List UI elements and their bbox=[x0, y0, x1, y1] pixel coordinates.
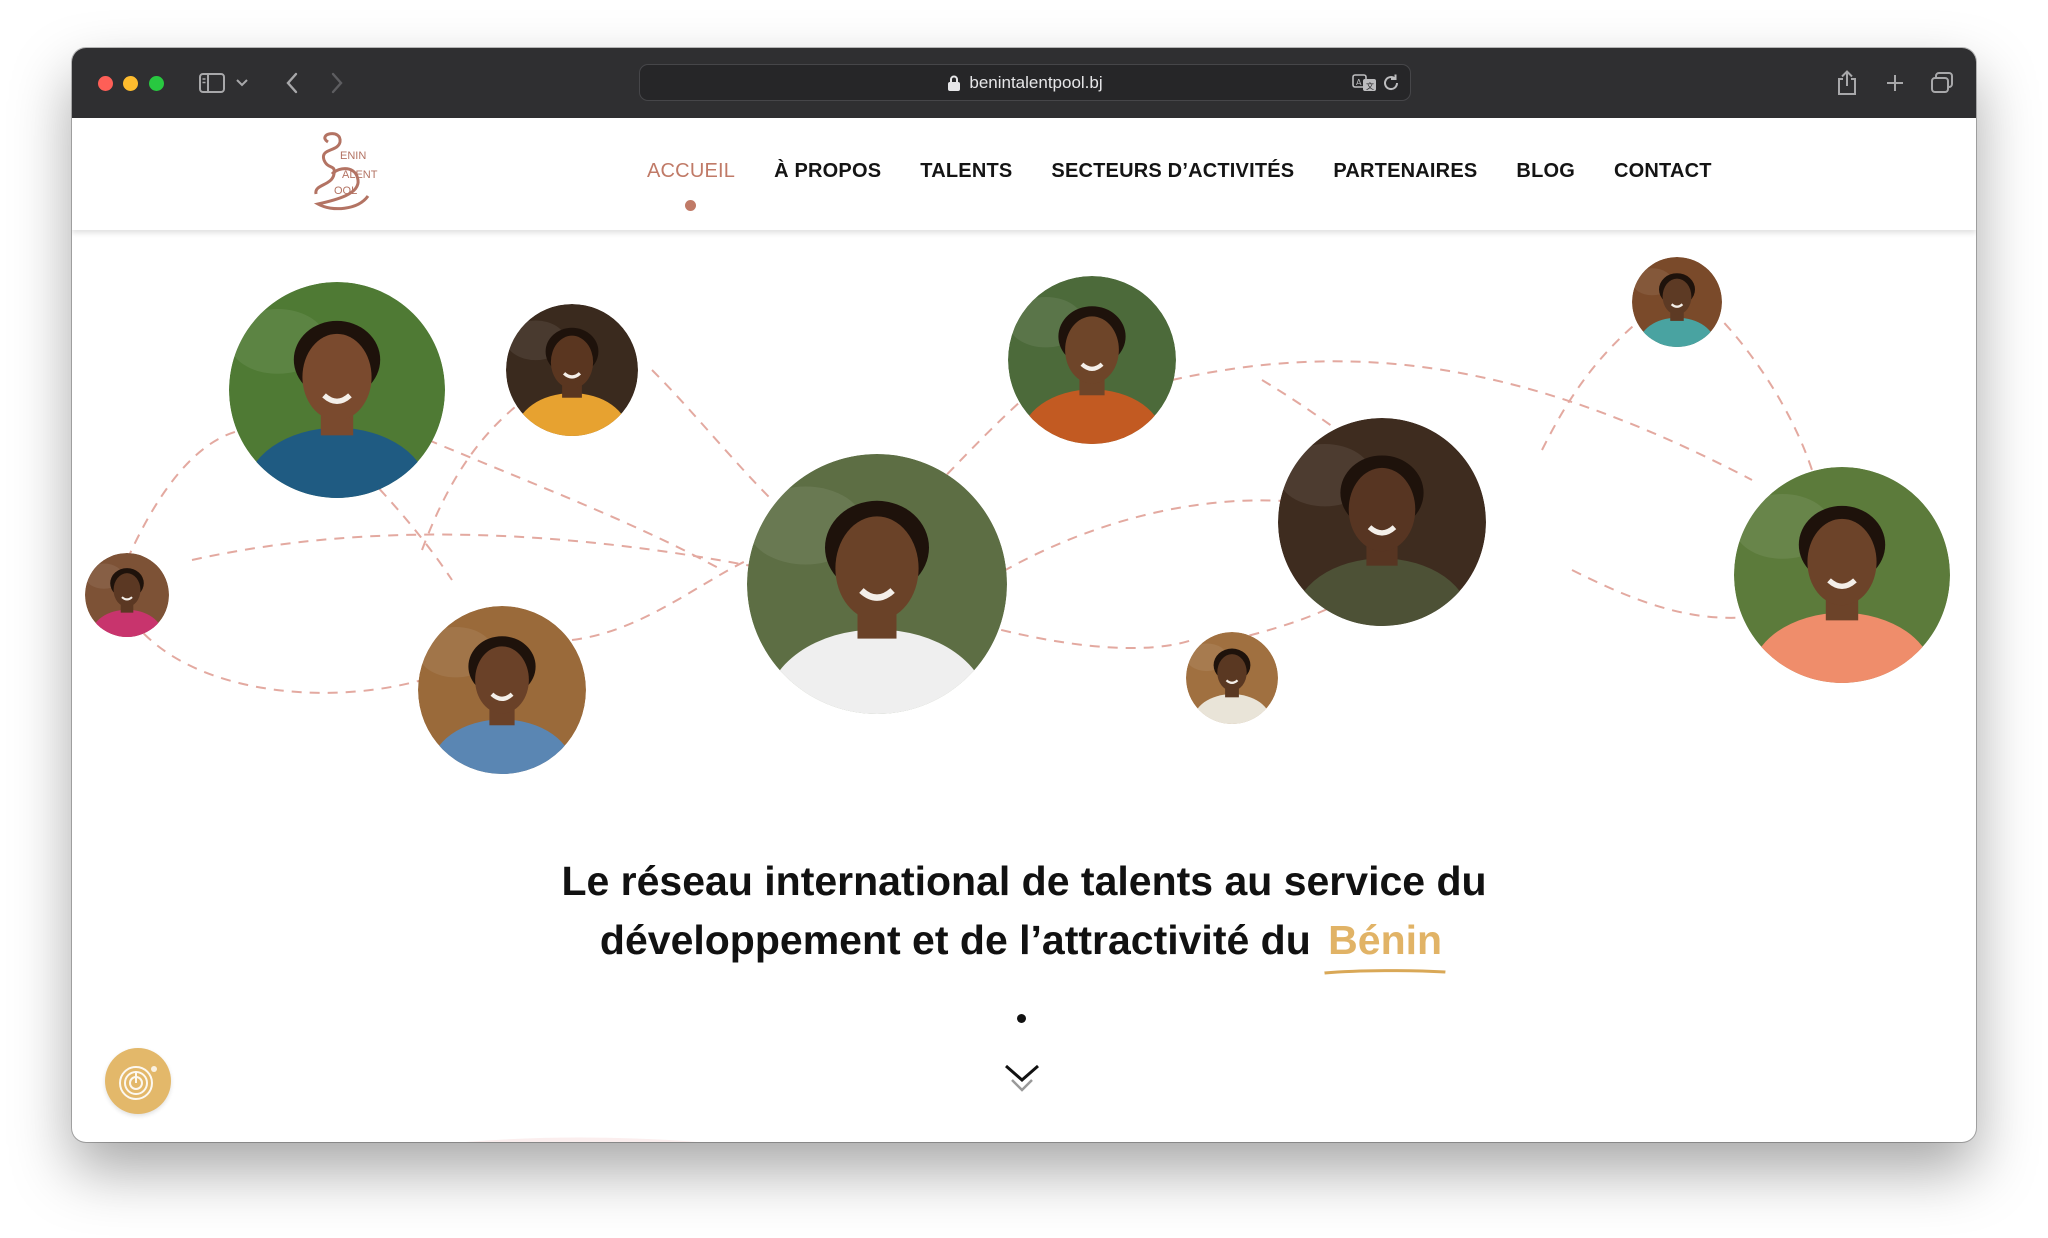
network-link bbox=[571, 549, 773, 641]
browser-window: benintalentpool.bj A文 ENIN ALENT OOL ACC… bbox=[72, 48, 1976, 1142]
portrait-man-yellow-shirt bbox=[506, 304, 638, 436]
scroll-indicator-dot bbox=[1017, 1014, 1026, 1023]
nav-blog[interactable]: BLOG bbox=[1516, 160, 1575, 183]
fingerprint-icon bbox=[119, 1066, 157, 1100]
svg-text:ALENT: ALENT bbox=[342, 169, 378, 181]
active-indicator-dot bbox=[685, 200, 696, 211]
headline-line-1: Le réseau international de talents au se… bbox=[561, 858, 1487, 904]
portrait-woman-center bbox=[747, 454, 1007, 714]
translate-icon[interactable]: A文 bbox=[1352, 73, 1378, 98]
nav-label-accueil: ACCUEIL bbox=[647, 160, 736, 182]
portrait-woman-denim bbox=[418, 606, 586, 774]
portrait-man-pink-shirt bbox=[85, 553, 169, 637]
lock-icon bbox=[947, 75, 961, 91]
network-link bbox=[131, 619, 453, 694]
browser-toolbar: benintalentpool.bj A文 bbox=[72, 48, 1976, 118]
decorative-wave bbox=[465, 1137, 698, 1142]
nav-partenaires[interactable]: PARTENAIRES bbox=[1333, 160, 1477, 183]
portrait-man-olive-shirt bbox=[1278, 418, 1486, 626]
nav-talents[interactable]: TALENTS bbox=[920, 160, 1012, 183]
portrait-man-teal-shirt bbox=[1632, 257, 1722, 347]
address-bar[interactable]: benintalentpool.bj A文 bbox=[639, 64, 1411, 101]
site-logo[interactable]: ENIN ALENT OOL bbox=[306, 130, 386, 214]
share-icon[interactable] bbox=[1832, 68, 1862, 98]
url-text: benintalentpool.bj bbox=[969, 72, 1103, 92]
forward-icon[interactable] bbox=[322, 68, 352, 98]
svg-text:A: A bbox=[1356, 78, 1362, 87]
new-tab-icon[interactable] bbox=[1880, 68, 1910, 98]
main-navigation: ACCUEIL À PROPOS TALENTS SECTEURS D’ACTI… bbox=[647, 160, 1751, 211]
close-window-button[interactable] bbox=[98, 76, 113, 91]
svg-text:OOL: OOL bbox=[334, 185, 357, 197]
tab-overview-icon[interactable] bbox=[1927, 68, 1957, 98]
back-icon[interactable] bbox=[277, 68, 307, 98]
headline-line-2-text: développement et de l’attractivité du bbox=[599, 917, 1323, 963]
nav-contact[interactable]: CONTACT bbox=[1614, 160, 1712, 183]
sidebar-icon[interactable] bbox=[197, 68, 227, 98]
scroll-down-icon[interactable] bbox=[1002, 1060, 1042, 1098]
headline-highlight-text: Bénin bbox=[1328, 917, 1443, 963]
network-link bbox=[1711, 309, 1813, 471]
nav-secteurs[interactable]: SECTEURS D’ACTIVITÉS bbox=[1051, 160, 1294, 183]
network-link bbox=[191, 533, 773, 571]
portrait-woman-braids bbox=[229, 282, 445, 498]
portrait-woman-coral-top bbox=[1734, 467, 1950, 683]
headline-line-2: développement et de l’attractivité du Bé… bbox=[72, 911, 1976, 975]
minimize-window-button[interactable] bbox=[123, 76, 138, 91]
headline-highlight: Bénin bbox=[1322, 911, 1448, 975]
portrait-man-white-shirt bbox=[1186, 632, 1278, 724]
reload-icon[interactable] bbox=[1382, 73, 1400, 98]
highlight-underline bbox=[1324, 969, 1446, 975]
talent-network-graphic bbox=[85, 257, 1950, 774]
portrait-woman-glasses-pattern bbox=[1008, 276, 1176, 444]
svg-text:ENIN: ENIN bbox=[340, 150, 366, 162]
network-link bbox=[1541, 309, 1653, 451]
chevron-down-icon[interactable] bbox=[232, 68, 252, 98]
nav-a-propos[interactable]: À PROPOS bbox=[774, 160, 881, 183]
network-link bbox=[651, 369, 773, 501]
zoom-window-button[interactable] bbox=[149, 76, 164, 91]
svg-text:文: 文 bbox=[1366, 81, 1374, 91]
hero-section: Le réseau international de talents au se… bbox=[72, 230, 1976, 1142]
site-header: ENIN ALENT OOL ACCUEIL À PROPOS TALENTS … bbox=[72, 118, 1976, 230]
accessibility-widget-button[interactable] bbox=[105, 1048, 171, 1114]
nav-accueil[interactable]: ACCUEIL bbox=[647, 160, 736, 211]
hero-headline: Le réseau international de talents au se… bbox=[72, 852, 1976, 975]
